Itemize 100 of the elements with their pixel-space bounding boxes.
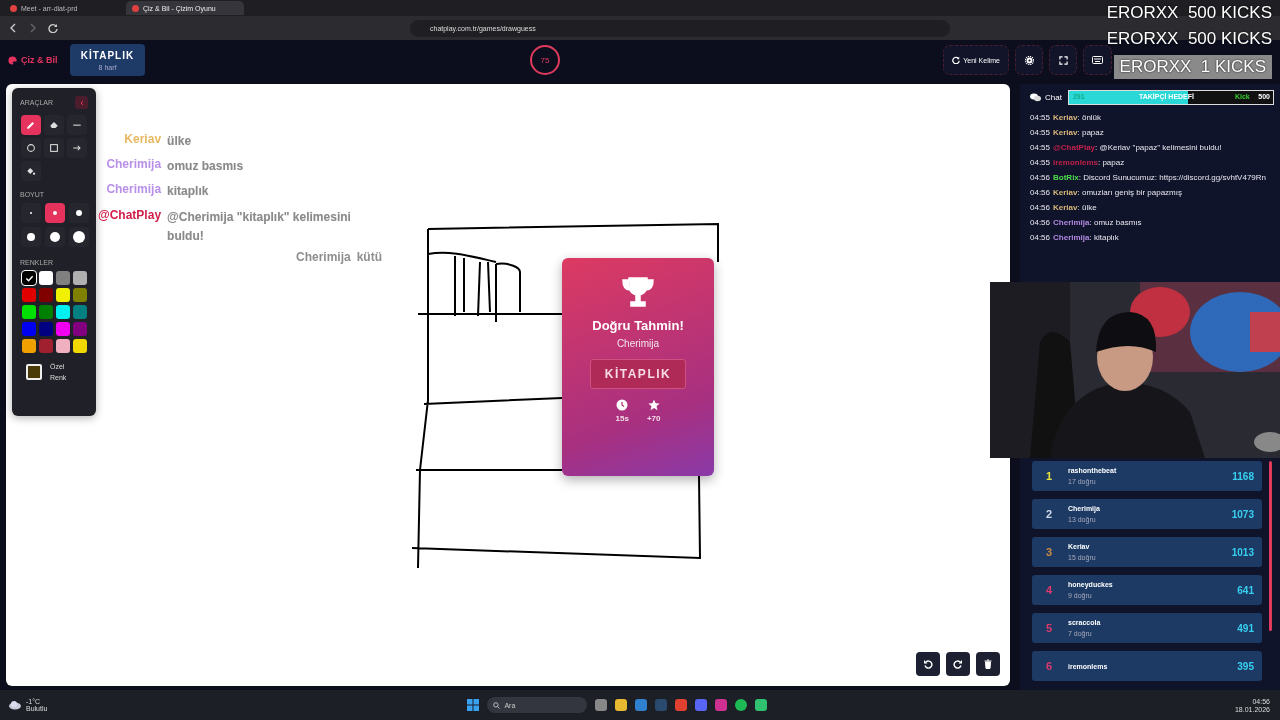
color-swatch[interactable] xyxy=(39,339,53,353)
brush-size-button[interactable] xyxy=(45,227,65,247)
color-swatch[interactable] xyxy=(56,322,70,336)
brush-size-button[interactable] xyxy=(45,203,65,223)
search-icon xyxy=(493,701,501,709)
redo-icon xyxy=(953,659,963,669)
trophy-icon xyxy=(621,276,655,308)
points-earned: +70 xyxy=(646,414,661,423)
paint-bucket-icon xyxy=(25,165,37,177)
chevron-left-icon xyxy=(78,99,85,106)
color-swatch[interactable] xyxy=(39,322,53,336)
color-swatch[interactable] xyxy=(73,339,87,353)
color-swatch[interactable] xyxy=(22,305,36,319)
keyboard-icon xyxy=(1092,56,1103,64)
guess-username: Cherimija xyxy=(296,250,351,264)
tool-button[interactable] xyxy=(44,138,64,158)
rank-number: 2 xyxy=(1046,508,1054,520)
brush-size-button[interactable] xyxy=(69,227,89,247)
chat-message: 04:56 Cherimija: kitaplık xyxy=(1030,233,1120,242)
check-icon xyxy=(24,273,34,283)
player-score: 395 xyxy=(1237,660,1254,672)
star-icon xyxy=(647,399,660,411)
custom-color-swatch[interactable] xyxy=(26,364,42,381)
rank-number: 5 xyxy=(1046,622,1054,634)
back-icon[interactable] xyxy=(8,23,18,33)
palette-icon xyxy=(8,55,17,65)
task-view-icon[interactable] xyxy=(595,699,608,711)
chat-message: 04:55 iremonlems: papaz xyxy=(1030,158,1126,167)
app-icon[interactable] xyxy=(755,699,768,711)
chat-message: 04:56 Keriav: ülke xyxy=(1030,203,1098,212)
keyboard-button[interactable] xyxy=(1083,45,1112,75)
forward-icon[interactable] xyxy=(28,23,38,33)
collapse-button[interactable] xyxy=(75,96,88,109)
player-score: 641 xyxy=(1237,584,1254,596)
pen-icon xyxy=(25,119,37,131)
secret-word: KİTAPLIK xyxy=(80,49,135,61)
guess-text: omuz basmıs xyxy=(167,158,245,176)
chat-message: 04:56 BotRix: Discord Sunucumuz: https://discord.gg/svhtV479Rn xyxy=(1030,173,1267,182)
guess-text: ülke xyxy=(167,133,193,150)
chat-message: 04:55 @ChatPlay: @Keriav "papaz" kelimesini buldu! xyxy=(1030,143,1223,152)
color-swatch[interactable] xyxy=(39,288,53,302)
player-score: 1073 xyxy=(1231,508,1254,520)
player-score: 1013 xyxy=(1231,546,1254,558)
color-swatch[interactable] xyxy=(73,305,87,319)
rank-number: 4 xyxy=(1046,584,1054,596)
rank-number: 1 xyxy=(1046,470,1054,482)
chat-message: 04:55 Keriav: papaz xyxy=(1030,128,1105,137)
scrollbar[interactable] xyxy=(1269,461,1272,631)
time-taken: 15s xyxy=(615,414,629,423)
refresh-icon xyxy=(952,56,961,64)
chat-message: 04:56 Cherimija: omuz basmıs xyxy=(1030,218,1143,227)
color-swatch[interactable] xyxy=(56,288,70,302)
tool-button[interactable] xyxy=(21,115,41,135)
speech-bubbles-icon xyxy=(1030,93,1041,102)
color-swatch[interactable] xyxy=(73,271,87,285)
timer: 75 xyxy=(530,45,560,75)
eraser-icon xyxy=(48,119,60,131)
undo-button[interactable] xyxy=(916,652,940,676)
color-swatch[interactable] xyxy=(22,288,36,302)
color-swatch[interactable] xyxy=(56,339,70,353)
color-swatch[interactable] xyxy=(39,271,53,285)
color-swatch[interactable] xyxy=(22,271,36,285)
guess-text: kitaplık xyxy=(167,183,210,201)
color-swatch[interactable] xyxy=(22,322,36,336)
answer-word: KİTAPLIK xyxy=(589,359,687,389)
color-swatch[interactable] xyxy=(56,305,70,319)
tool-button[interactable] xyxy=(44,115,64,135)
guess-username: Keriav xyxy=(123,132,162,148)
brush-size-button[interactable] xyxy=(69,203,89,223)
square-icon xyxy=(48,142,60,154)
guess-username: Cherimija xyxy=(105,157,162,174)
trash-button[interactable] xyxy=(976,652,1000,676)
rank-number: 3 xyxy=(1046,546,1054,558)
guess-text: @Cherimija "kitaplık" kelimesini buldu! xyxy=(167,208,352,245)
trash-icon xyxy=(983,659,993,669)
fullscreen-button[interactable] xyxy=(1049,45,1077,75)
tool-button[interactable] xyxy=(21,138,41,158)
chat-message: 04:56 Keriav: omuzları geniş bir papazmış xyxy=(1030,188,1183,197)
settings-button[interactable] xyxy=(1015,45,1043,75)
fullscreen-icon xyxy=(1058,55,1068,65)
alert-label: ERORXX 1 KICKS xyxy=(1113,55,1272,79)
chat-tab[interactable]: Chat xyxy=(1030,93,1062,102)
tool-button[interactable] xyxy=(21,161,41,181)
color-swatch[interactable] xyxy=(22,339,36,353)
undo-icon xyxy=(923,659,933,669)
guess-username: @ChatPlay xyxy=(98,207,162,224)
windows-start-icon[interactable] xyxy=(467,699,480,711)
clock-icon xyxy=(616,399,629,411)
guess-username: Cherimija xyxy=(105,182,162,199)
redo-button[interactable] xyxy=(946,652,970,676)
card-title: Doğru Tahmin! xyxy=(592,318,684,333)
alert-label: ERORXX 500 KICKS xyxy=(1106,3,1272,23)
cloud-icon xyxy=(8,700,22,710)
winner-name: Cherimija xyxy=(616,338,660,349)
color-swatch[interactable] xyxy=(39,305,53,319)
color-swatch[interactable] xyxy=(56,271,70,285)
brush-size-button[interactable] xyxy=(21,227,41,247)
color-swatch[interactable] xyxy=(73,288,87,302)
color-swatch[interactable] xyxy=(73,322,87,336)
reload-icon[interactable] xyxy=(48,23,58,33)
